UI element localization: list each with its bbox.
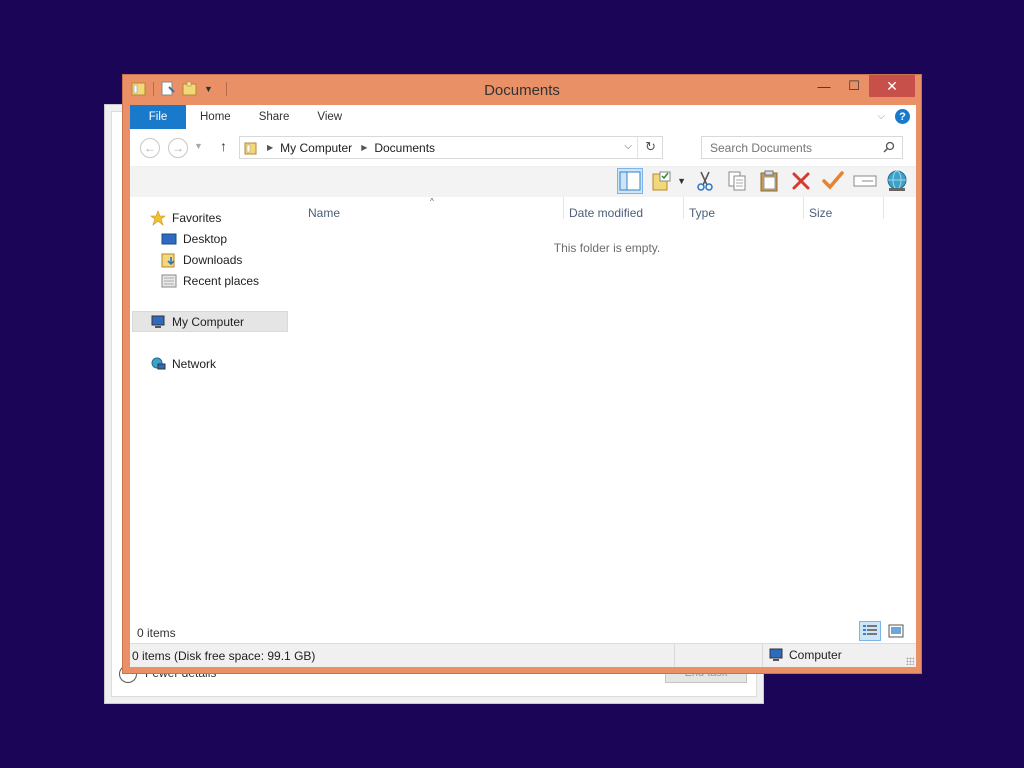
maximize-button[interactable]: ☐ xyxy=(839,75,869,97)
copy-icon[interactable] xyxy=(724,168,750,194)
folder-options-dropdown-icon[interactable]: ▼ xyxy=(677,176,686,186)
address-bar[interactable]: ▶ My Computer ▶ Documents ⌵ ↻ xyxy=(239,136,663,159)
large-icons-view-icon[interactable] xyxy=(885,621,907,641)
column-separator[interactable] xyxy=(683,197,684,219)
window-controls: — ☐ ✕ xyxy=(809,75,915,97)
column-header-type[interactable]: Type xyxy=(689,206,715,220)
network-globe-icon[interactable] xyxy=(884,168,910,194)
nav-network[interactable]: Network xyxy=(150,353,216,374)
sort-indicator-icon: ^ xyxy=(430,197,434,206)
navigation-pane: Favorites Desktop Downloads Recent place… xyxy=(130,197,290,643)
ribbon-right-controls: ⌵ ? xyxy=(877,109,910,124)
resize-grip[interactable] xyxy=(906,657,914,665)
tab-share[interactable]: Share xyxy=(245,105,304,129)
command-toolbar: ▼ xyxy=(130,167,916,197)
downloads-icon xyxy=(161,252,177,268)
close-button[interactable]: ✕ xyxy=(869,75,915,97)
nav-downloads-label: Downloads xyxy=(183,252,243,267)
details-view-icon[interactable] xyxy=(859,621,881,641)
forward-icon[interactable]: → xyxy=(168,138,188,158)
status-location: Computer xyxy=(768,647,842,663)
explorer-window: ▼ Documents — ☐ ✕ File Home Share View ⌵… xyxy=(122,74,922,674)
tab-view[interactable]: View xyxy=(303,105,356,129)
ribbon-tabs: File Home Share View ⌵ ? xyxy=(130,105,916,129)
status-separator xyxy=(762,644,763,667)
navigation-bar: ← → ▼ ↑ ▶ My Computer ▶ Documents ⌵ ↻ xyxy=(130,129,916,167)
expand-ribbon-icon[interactable]: ⌵ xyxy=(877,111,885,122)
column-header-size[interactable]: Size xyxy=(809,206,832,220)
column-separator[interactable] xyxy=(803,197,804,219)
up-icon[interactable]: ↑ xyxy=(220,138,227,154)
paste-icon[interactable] xyxy=(756,168,782,194)
command-icons: ▼ xyxy=(617,168,910,194)
search-box[interactable] xyxy=(701,136,903,159)
folder-options-icon[interactable] xyxy=(649,168,675,194)
help-icon[interactable]: ? xyxy=(895,109,910,124)
network-icon xyxy=(150,356,166,372)
breadcrumb-arrow-icon[interactable]: ▶ xyxy=(267,143,273,152)
status-separator xyxy=(674,644,675,667)
nav-favorites-label: Favorites xyxy=(172,210,222,225)
nav-network-label: Network xyxy=(172,356,217,371)
preview-pane-icon[interactable] xyxy=(617,168,644,194)
column-separator[interactable] xyxy=(883,197,884,219)
column-header-date-modified[interactable]: Date modified xyxy=(569,206,643,220)
recent-places-icon xyxy=(161,273,177,289)
computer-icon xyxy=(768,647,784,663)
my-computer-icon xyxy=(150,314,166,330)
items-count: 0 items xyxy=(137,626,176,640)
breadcrumb-arrow-icon[interactable]: ▶ xyxy=(361,143,367,152)
nav-recent-places[interactable]: Recent places xyxy=(161,270,259,291)
window-title: Documents xyxy=(484,82,560,99)
nav-downloads[interactable]: Downloads xyxy=(161,249,242,270)
nav-desktop-label: Desktop xyxy=(183,231,228,246)
delete-icon[interactable] xyxy=(788,168,814,194)
column-header-name[interactable]: Name xyxy=(308,206,340,220)
back-icon[interactable]: ← xyxy=(140,138,160,158)
folder-icon xyxy=(244,141,258,155)
rename-check-icon[interactable] xyxy=(820,168,846,194)
refresh-icon[interactable]: ↻ xyxy=(645,139,656,155)
address-separator xyxy=(637,137,638,158)
nav-favorites[interactable]: Favorites xyxy=(150,207,221,228)
search-icon[interactable] xyxy=(883,141,895,156)
address-dropdown-icon[interactable]: ⌵ xyxy=(624,141,632,152)
search-input[interactable] xyxy=(710,140,875,155)
nav-my-computer-label: My Computer xyxy=(172,314,245,329)
breadcrumb-documents[interactable]: Documents xyxy=(374,141,435,155)
nav-recent-places-label: Recent places xyxy=(183,273,260,288)
status-bar: 0 items (Disk free space: 99.1 GB) Compu… xyxy=(130,643,916,667)
recent-locations-icon[interactable]: ▼ xyxy=(194,141,203,151)
nav-my-computer[interactable]: My Computer xyxy=(132,311,288,332)
cut-icon[interactable] xyxy=(692,168,718,194)
view-switcher xyxy=(859,621,907,641)
column-separator[interactable] xyxy=(563,197,564,219)
status-location-label: Computer xyxy=(789,648,842,662)
main-content: Favorites Desktop Downloads Recent place… xyxy=(130,197,916,643)
tab-home[interactable]: Home xyxy=(186,105,245,129)
status-disk-info: 0 items (Disk free space: 99.1 GB) xyxy=(132,649,316,663)
nav-desktop[interactable]: Desktop xyxy=(161,228,227,249)
minimize-button[interactable]: — xyxy=(809,75,839,97)
tab-file[interactable]: File xyxy=(130,105,186,129)
favorites-star-icon xyxy=(150,209,166,226)
desktop-icon xyxy=(161,231,177,247)
title-bar[interactable]: ▼ Documents — ☐ ✕ xyxy=(123,75,921,105)
rename-field-icon[interactable] xyxy=(852,168,878,194)
file-list-pane: ^ Name Date modified Type Size This fold… xyxy=(298,197,916,643)
breadcrumb-my-computer[interactable]: My Computer xyxy=(280,141,352,155)
empty-folder-message: This folder is empty. xyxy=(553,241,661,255)
